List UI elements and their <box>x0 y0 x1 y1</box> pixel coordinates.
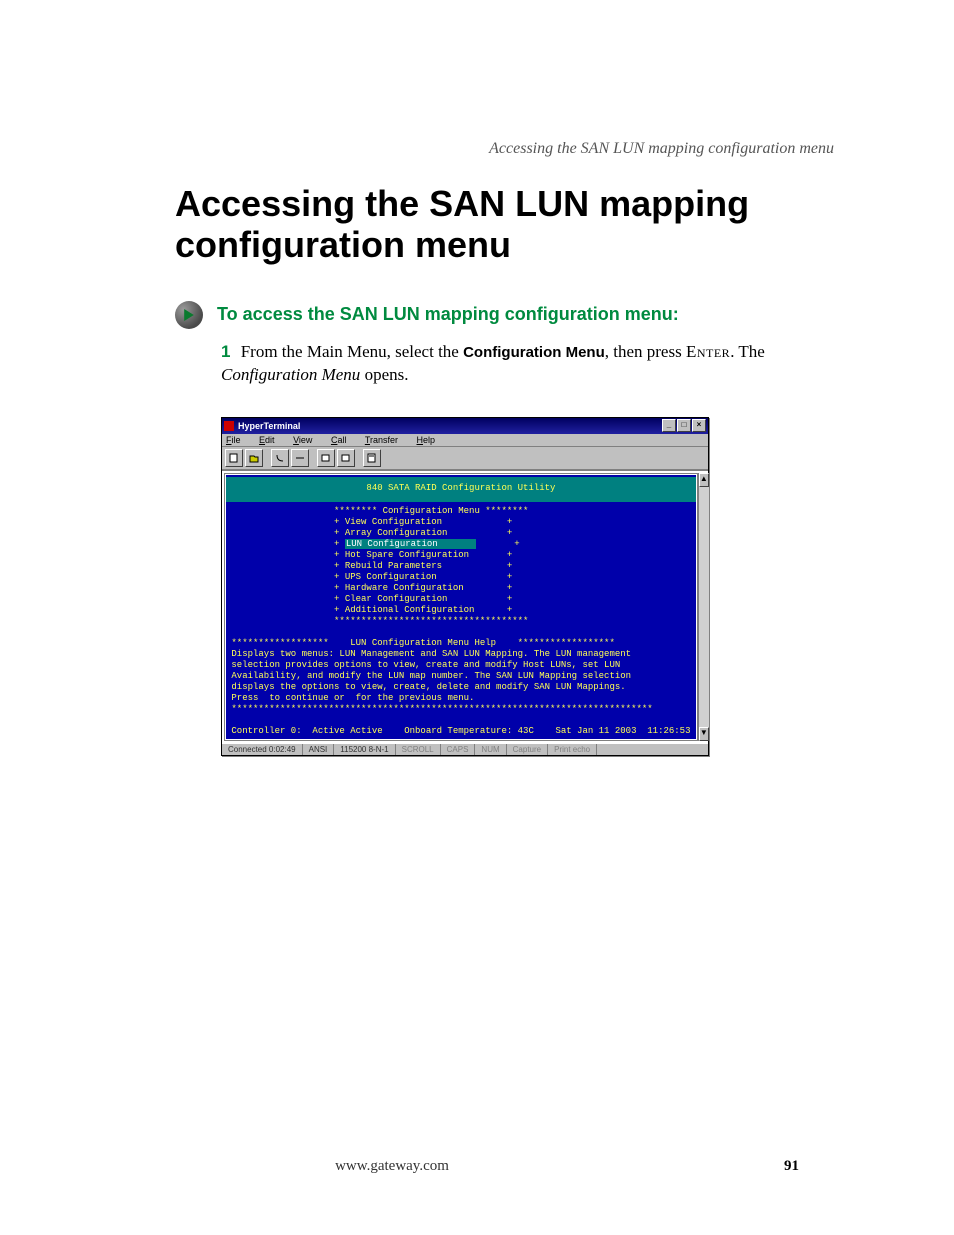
page-title: Accessing the SAN LUN mapping configurat… <box>175 183 834 266</box>
scroll-track[interactable] <box>699 487 709 727</box>
tb-open-icon[interactable] <box>245 449 263 467</box>
window-title: HyperTerminal <box>238 421 661 431</box>
statusbar: Connected 0:02:49 ANSI 115200 8-N-1 SCRO… <box>222 743 708 755</box>
tb-call-icon[interactable] <box>271 449 289 467</box>
status-printecho: Print echo <box>548 744 597 755</box>
maximize-button[interactable]: □ <box>677 419 691 432</box>
close-button[interactable]: × <box>692 419 706 432</box>
status-emulation: ANSI <box>303 744 335 755</box>
status-scroll: SCROLL <box>396 744 441 755</box>
menu-help[interactable]: Help <box>417 435 444 445</box>
tb-new-icon[interactable] <box>225 449 243 467</box>
step-text-d: opens. <box>360 365 408 384</box>
play-icon <box>175 301 203 329</box>
page-number: 91 <box>784 1158 799 1175</box>
step-text-b: , then press <box>605 342 686 361</box>
vertical-scrollbar[interactable]: ▲ ▼ <box>698 473 709 741</box>
tb-hangup-icon[interactable] <box>291 449 309 467</box>
terminal-viewport: 840 SATA RAID Configuration Utility ****… <box>224 473 698 741</box>
tb-send-icon[interactable] <box>317 449 335 467</box>
status-baud: 115200 8-N-1 <box>334 744 395 755</box>
step-text-a: From the Main Menu, select the <box>241 342 463 361</box>
terminal-banner: 840 SATA RAID Configuration Utility <box>226 477 696 502</box>
step-menu-name: Configuration Menu <box>463 344 605 361</box>
hyperterminal-window: HyperTerminal _ □ × File Edit View Call … <box>221 417 709 756</box>
scroll-down-button[interactable]: ▼ <box>699 727 709 741</box>
running-header: Accessing the SAN LUN mapping configurat… <box>175 140 834 158</box>
status-connection: Connected 0:02:49 <box>222 744 303 755</box>
menu-file[interactable]: File <box>226 435 249 445</box>
step-key: Enter <box>686 342 730 361</box>
step-text-c: . The <box>730 342 765 361</box>
menubar: File Edit View Call Transfer Help <box>222 434 708 447</box>
step-menu-italic: Configuration Menu <box>221 365 360 384</box>
titlebar: HyperTerminal _ □ × <box>222 418 708 434</box>
scroll-up-button[interactable]: ▲ <box>699 473 709 487</box>
status-caps: CAPS <box>441 744 476 755</box>
status-num: NUM <box>475 744 506 755</box>
status-capture: Capture <box>507 744 548 755</box>
tb-properties-icon[interactable] <box>363 449 381 467</box>
menu-edit[interactable]: Edit <box>259 435 283 445</box>
app-icon <box>224 421 234 431</box>
step-number: 1 <box>221 342 230 361</box>
footer-url: www.gateway.com <box>0 1158 784 1175</box>
toolbar <box>222 447 708 470</box>
menu-view[interactable]: View <box>293 435 320 445</box>
tb-receive-icon[interactable] <box>337 449 355 467</box>
minimize-button[interactable]: _ <box>662 419 676 432</box>
menu-call[interactable]: Call <box>331 435 355 445</box>
procedure-heading: To access the SAN LUN mapping configurat… <box>217 304 679 325</box>
menu-transfer[interactable]: Transfer <box>365 435 406 445</box>
step-1: 1 From the Main Menu, select the Configu… <box>221 341 834 387</box>
